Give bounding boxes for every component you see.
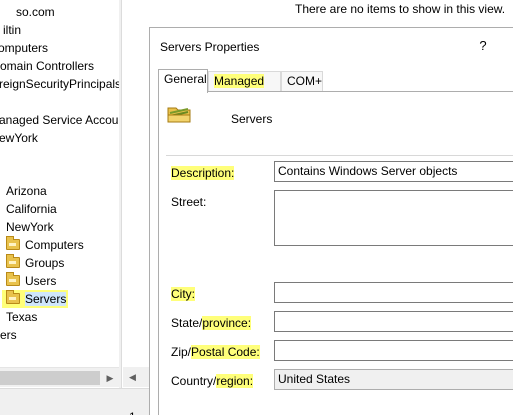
tree-item-domain-controllers[interactable]: omain Controllers: [0, 57, 94, 75]
country-label: Country/region:: [171, 374, 254, 388]
dialog-title: Servers Properties: [160, 40, 260, 54]
help-button[interactable]: ?: [476, 38, 490, 53]
zip-label-a: Zip/: [171, 345, 192, 359]
scroll-left-icon[interactable]: ◀: [129, 370, 136, 384]
tree-item-builtin[interactable]: iltin: [3, 21, 21, 39]
tree-item-servers[interactable]: Servers: [2, 290, 69, 308]
tree-item-label: Arizona: [6, 184, 47, 198]
tree-item-newyork-root[interactable]: ewYork: [0, 129, 38, 147]
scroll-right-icon[interactable]: ▶: [104, 371, 116, 385]
tree-item-label: omain Controllers: [0, 59, 95, 73]
state-label-a: State/: [171, 316, 203, 330]
status-count: 1: [129, 410, 136, 415]
tree-item-label: Users: [25, 274, 57, 288]
folder-icon: [6, 290, 20, 304]
description-input[interactable]: Contains Windows Server objects: [274, 161, 513, 182]
tree-item-label: iltin: [3, 23, 22, 37]
state-label-b: province:: [202, 316, 252, 330]
tree-item-computers-root[interactable]: omputers: [0, 39, 48, 57]
tree-item-label: Texas: [6, 310, 38, 324]
tree-item-domain[interactable]: so.com: [16, 3, 55, 21]
folder-icon: [6, 272, 20, 286]
tree-item-label: anaged Service Accour: [0, 113, 119, 127]
tree-item-users[interactable]: Users: [6, 272, 56, 290]
tree-item-label: Computers: [25, 238, 84, 252]
state-label: State/province:: [171, 316, 252, 330]
tree-item-bottom[interactable]: ers: [0, 326, 17, 344]
general-tab-panel: [158, 91, 513, 415]
tree-item-label: California: [6, 202, 57, 216]
properties-dialog: Servers Properties ? General Managed By …: [149, 27, 513, 415]
navigation-tree: so.com iltin omputers omain Controllers …: [0, 0, 119, 388]
scrollbar-thumb[interactable]: [0, 371, 100, 385]
object-name: Servers: [231, 112, 273, 126]
zip-input[interactable]: [274, 340, 513, 361]
tree-item-label: ers: [0, 328, 17, 342]
tree-item-computers[interactable]: Computers: [6, 236, 84, 254]
tree-item-texas[interactable]: Texas: [6, 308, 37, 326]
description-label-text: Description:: [171, 166, 235, 180]
city-label-text: City:: [171, 287, 195, 301]
details-horizontal-scrollbar[interactable]: ◀: [123, 367, 150, 387]
street-input[interactable]: [274, 190, 513, 246]
city-label: City:: [171, 287, 195, 301]
tree-item-label: Servers: [25, 292, 67, 306]
tab-managed-by[interactable]: Managed By: [208, 71, 281, 107]
tree-item-arizona[interactable]: Arizona: [6, 182, 47, 200]
tree-item-label: Groups: [25, 256, 65, 270]
separator: [166, 155, 513, 156]
zip-label-b: Postal Code:: [191, 345, 260, 359]
folder-icon: [6, 236, 20, 250]
city-input[interactable]: [274, 282, 513, 303]
tree-item-foreign-security-principals[interactable]: reignSecurityPrincipals: [0, 75, 119, 93]
tree-item-label: NewYork: [6, 220, 54, 234]
tree-item-newyork[interactable]: NewYork: [6, 218, 54, 236]
tree-item-label: ewYork: [0, 131, 38, 145]
ou-folder-icon: [167, 107, 191, 123]
folder-icon: [6, 254, 20, 268]
tree-item-groups[interactable]: Groups: [6, 254, 64, 272]
zip-label: Zip/Postal Code:: [171, 345, 260, 359]
state-input[interactable]: [274, 311, 513, 332]
empty-list-message: There are no items to show in this view.: [295, 2, 506, 16]
tab-strip: General Managed By COM+: [158, 69, 512, 107]
tab-com-plus[interactable]: COM+: [281, 71, 323, 92]
street-label: Street:: [171, 195, 207, 209]
tab-general[interactable]: General: [158, 69, 208, 93]
country-label-b: region:: [216, 374, 254, 388]
tree-item-label: so.com: [16, 5, 55, 19]
description-label: Description:: [171, 166, 235, 180]
country-select[interactable]: United States: [274, 369, 513, 390]
tree-item-california[interactable]: California: [6, 200, 57, 218]
tree-item-label: omputers: [0, 41, 49, 55]
country-label-a: Country/: [171, 374, 217, 388]
tree-horizontal-scrollbar[interactable]: ▶: [0, 367, 119, 387]
pane-divider[interactable]: [119, 0, 122, 388]
tree-item-label: reignSecurityPrincipals: [0, 77, 119, 91]
tree-item-managed-service-accounts[interactable]: anaged Service Accour: [0, 111, 119, 129]
